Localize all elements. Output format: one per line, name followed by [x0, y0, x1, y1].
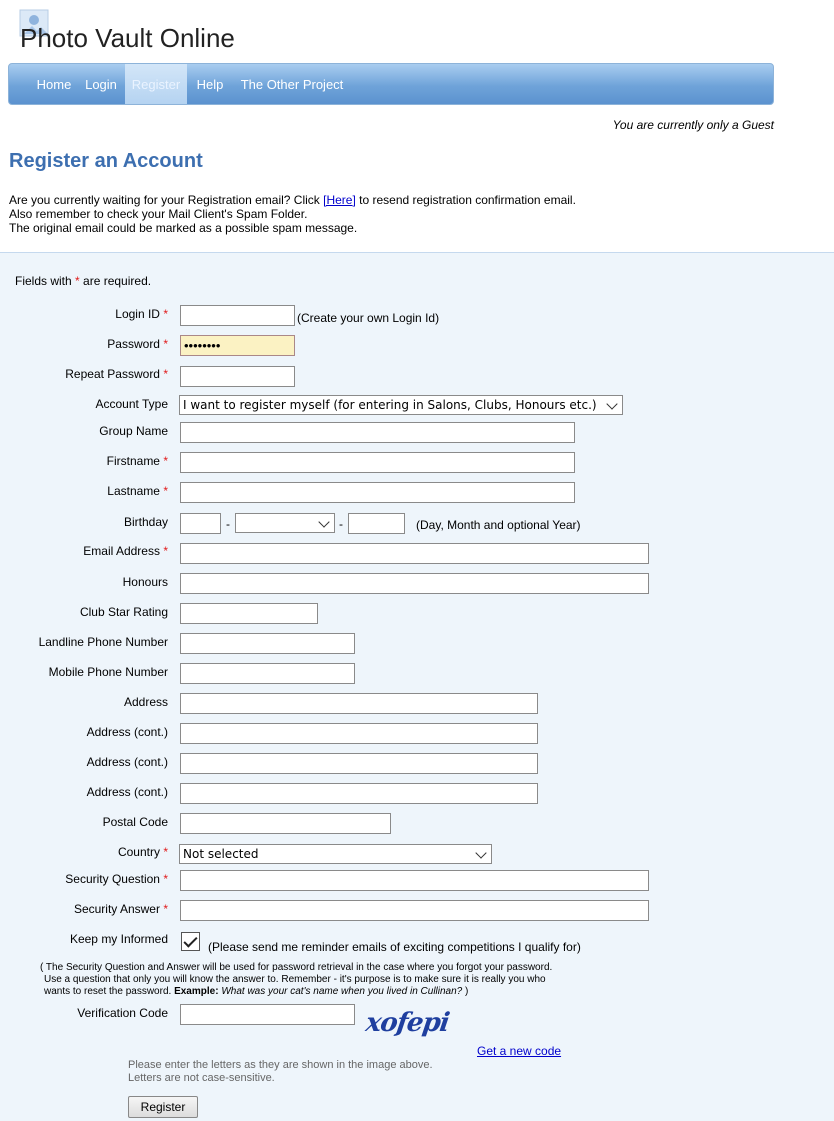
- address-cont-label: Address (cont.): [86, 725, 168, 739]
- password-label: Password *: [107, 337, 168, 351]
- lastname-label: Lastname *: [107, 484, 168, 498]
- address-cont-label: Address (cont.): [86, 785, 168, 799]
- chevron-down-icon: [318, 516, 330, 528]
- required-note: Fields with * are required.: [15, 274, 152, 288]
- account-type-label: Account Type: [95, 397, 169, 411]
- firstname-input[interactable]: [180, 452, 575, 473]
- club-star-input[interactable]: [180, 603, 318, 624]
- address-cont-label: Address (cont.): [86, 755, 168, 769]
- mobile-input[interactable]: [180, 663, 355, 684]
- security-question-label: Security Question *: [65, 872, 168, 886]
- nav-login[interactable]: Login: [81, 64, 121, 104]
- email-input[interactable]: [180, 543, 649, 564]
- email-label: Email Address *: [83, 544, 168, 558]
- guest-status: You are currently only a Guest: [612, 118, 774, 132]
- repeat-password-label: Repeat Password *: [65, 367, 168, 381]
- password-input[interactable]: ••••••••: [180, 335, 295, 356]
- info-text: Also remember to check your Mail Client'…: [9, 207, 308, 221]
- register-button[interactable]: Register: [128, 1096, 198, 1118]
- security-note: ( The Security Question and Answer will …: [40, 962, 553, 997]
- postal-code-label: Postal Code: [102, 815, 168, 829]
- address-cont-input[interactable]: [180, 753, 538, 774]
- captcha-image: xofepi: [363, 1008, 451, 1038]
- verification-input[interactable]: [180, 1004, 355, 1025]
- info-text: Are you currently waiting for your Regis…: [9, 193, 324, 207]
- birthday-hint: (Day, Month and optional Year): [416, 518, 581, 532]
- keep-informed-hint: (Please send me reminder emails of excit…: [208, 940, 581, 954]
- landline-label: Landline Phone Number: [38, 635, 168, 649]
- address-label: Address: [123, 695, 168, 709]
- main-nav: Home Login Register Help The Other Proje…: [8, 63, 774, 105]
- security-question-input[interactable]: [180, 870, 649, 891]
- nav-register[interactable]: Register: [125, 64, 187, 104]
- landline-input[interactable]: [180, 633, 355, 654]
- club-star-label: Club Star Rating: [79, 605, 168, 619]
- country-label: Country *: [117, 845, 168, 859]
- chevron-down-icon: [606, 398, 618, 410]
- postal-code-input[interactable]: [180, 813, 391, 834]
- page-title: Register an Account: [9, 150, 203, 172]
- resend-link[interactable]: [Here]: [323, 193, 356, 207]
- address-cont-input[interactable]: [180, 783, 538, 804]
- repeat-password-input[interactable]: [180, 366, 295, 387]
- honours-input[interactable]: [180, 573, 649, 594]
- nav-other-project[interactable]: The Other Project: [233, 64, 351, 104]
- registration-info: Are you currently waiting for your Regis…: [9, 193, 576, 235]
- group-name-label: Group Name: [99, 424, 168, 438]
- login-id-hint: (Create your own Login Id): [297, 311, 440, 325]
- verification-label: Verification Code: [77, 1006, 168, 1020]
- keep-informed-checkbox[interactable]: [181, 932, 200, 951]
- login-id-input[interactable]: [180, 305, 295, 326]
- login-id-label: Login ID *: [115, 307, 168, 321]
- info-text: to resend registration confirmation emai…: [355, 193, 576, 207]
- nav-home[interactable]: Home: [31, 64, 77, 104]
- info-text: The original email could be marked as a …: [9, 221, 358, 235]
- lastname-input[interactable]: [180, 482, 575, 503]
- keep-informed-label: Keep my Informed: [69, 932, 168, 946]
- firstname-label: Firstname *: [106, 454, 168, 468]
- security-answer-label: Security Answer *: [73, 902, 168, 916]
- birthday-separator: -: [339, 517, 343, 531]
- birthday-separator: -: [226, 517, 230, 531]
- mobile-label: Mobile Phone Number: [48, 665, 168, 679]
- account-type-select[interactable]: I want to register myself (for entering …: [179, 395, 623, 415]
- chevron-down-icon: [475, 847, 487, 859]
- birthday-day-input[interactable]: [180, 513, 221, 534]
- birthday-month-select[interactable]: [235, 513, 335, 533]
- security-answer-input[interactable]: [180, 900, 649, 921]
- birthday-label: Birthday: [123, 515, 168, 529]
- birthday-year-input[interactable]: [348, 513, 405, 534]
- group-name-input[interactable]: [180, 422, 575, 443]
- app-title: Photo Vault Online: [20, 23, 235, 53]
- verification-help: Please enter the letters as they are sho…: [128, 1059, 433, 1084]
- new-code-link[interactable]: Get a new code: [477, 1044, 561, 1058]
- address-input[interactable]: [180, 693, 538, 714]
- country-select[interactable]: Not selected: [179, 844, 492, 864]
- address-cont-input[interactable]: [180, 723, 538, 744]
- nav-help[interactable]: Help: [193, 64, 227, 104]
- honours-label: Honours: [122, 575, 168, 589]
